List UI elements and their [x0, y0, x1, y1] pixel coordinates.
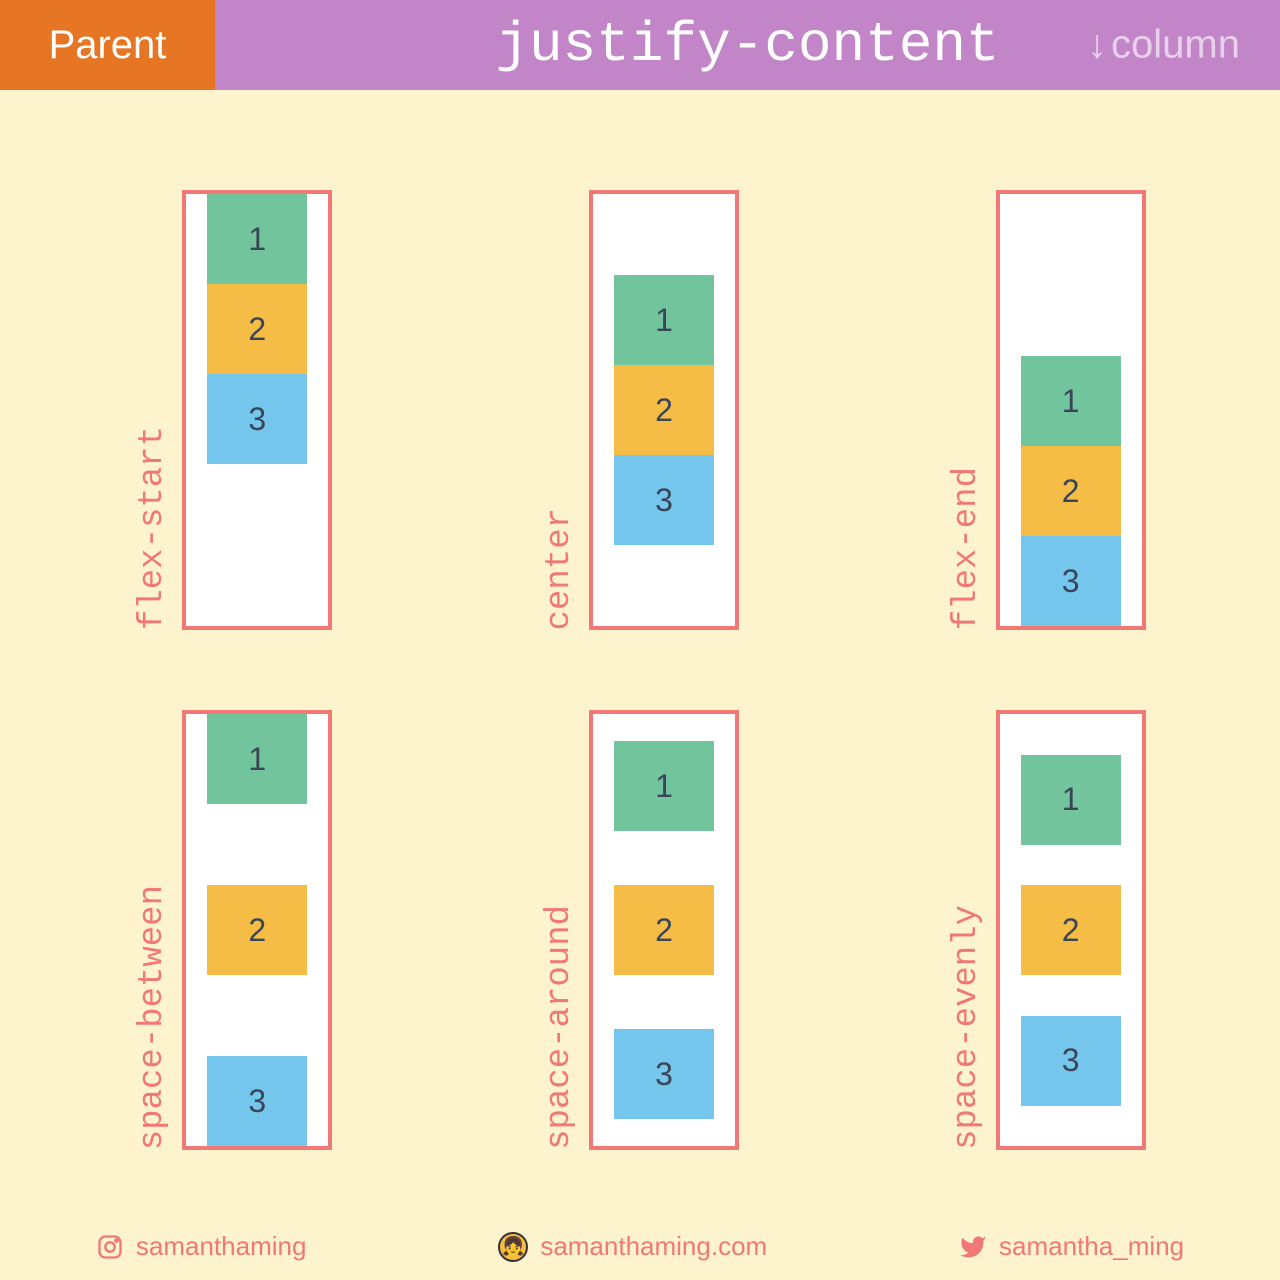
flex-item: 3 — [207, 1056, 307, 1146]
label-space-evenly: space-evenly — [948, 905, 986, 1150]
down-arrow-icon: ↓ — [1087, 23, 1107, 68]
container-space-between: 1 2 3 — [182, 710, 332, 1150]
flex-item: 2 — [614, 365, 714, 455]
footer-instagram[interactable]: samanthaming — [96, 1231, 307, 1262]
flex-item: 2 — [1021, 885, 1121, 975]
instagram-handle: samanthaming — [136, 1231, 307, 1262]
label-space-around: space-around — [541, 905, 579, 1150]
instagram-icon — [96, 1233, 124, 1261]
container-space-evenly: 1 2 3 — [996, 710, 1146, 1150]
demo-grid: flex-start 1 2 3 center 1 2 3 flex-end 1… — [0, 90, 1280, 1180]
direction-label: ↓column — [1087, 23, 1240, 68]
twitter-icon — [959, 1233, 987, 1261]
flex-item: 2 — [1021, 446, 1121, 536]
demo-space-around: space-around 1 2 3 — [447, 660, 834, 1150]
label-flex-end: flex-end — [948, 467, 986, 630]
website-url: samanthaming.com — [540, 1231, 767, 1262]
flex-item: 3 — [614, 1029, 714, 1119]
label-space-between: space-between — [134, 885, 172, 1150]
flex-item: 1 — [207, 714, 307, 804]
footer: samanthaming 👧 samanthaming.com samantha… — [0, 1231, 1280, 1262]
flex-item: 1 — [207, 194, 307, 284]
demo-flex-end: flex-end 1 2 3 — [853, 140, 1240, 630]
flex-item: 2 — [614, 885, 714, 975]
container-space-around: 1 2 3 — [589, 710, 739, 1150]
header-parent-badge: Parent — [0, 0, 215, 90]
flex-item: 1 — [614, 275, 714, 365]
flex-item: 1 — [1021, 356, 1121, 446]
flex-item: 3 — [614, 455, 714, 545]
container-center: 1 2 3 — [589, 190, 739, 630]
footer-twitter[interactable]: samantha_ming — [959, 1231, 1184, 1262]
parent-label: Parent — [49, 23, 167, 68]
label-center: center — [541, 508, 579, 630]
demo-space-between: space-between 1 2 3 — [40, 660, 427, 1150]
demo-center: center 1 2 3 — [447, 140, 834, 630]
demo-flex-start: flex-start 1 2 3 — [40, 140, 427, 630]
flex-item: 3 — [207, 374, 307, 464]
title-label: justify-content — [495, 13, 999, 77]
flex-item: 3 — [1021, 1016, 1121, 1106]
flex-item: 1 — [614, 741, 714, 831]
label-flex-start: flex-start — [134, 426, 172, 630]
flex-item: 3 — [1021, 536, 1121, 626]
header-title-bar: justify-content ↓column — [215, 0, 1280, 90]
flex-item: 1 — [1021, 755, 1121, 845]
header: Parent justify-content ↓column — [0, 0, 1280, 90]
direction-text: column — [1111, 23, 1240, 67]
flex-item: 2 — [207, 284, 307, 374]
demo-space-evenly: space-evenly 1 2 3 — [853, 660, 1240, 1150]
footer-website[interactable]: 👧 samanthaming.com — [498, 1231, 767, 1262]
twitter-handle: samantha_ming — [999, 1231, 1184, 1262]
container-flex-end: 1 2 3 — [996, 190, 1146, 630]
flex-item: 2 — [207, 885, 307, 975]
avatar-icon: 👧 — [498, 1232, 528, 1262]
container-flex-start: 1 2 3 — [182, 190, 332, 630]
